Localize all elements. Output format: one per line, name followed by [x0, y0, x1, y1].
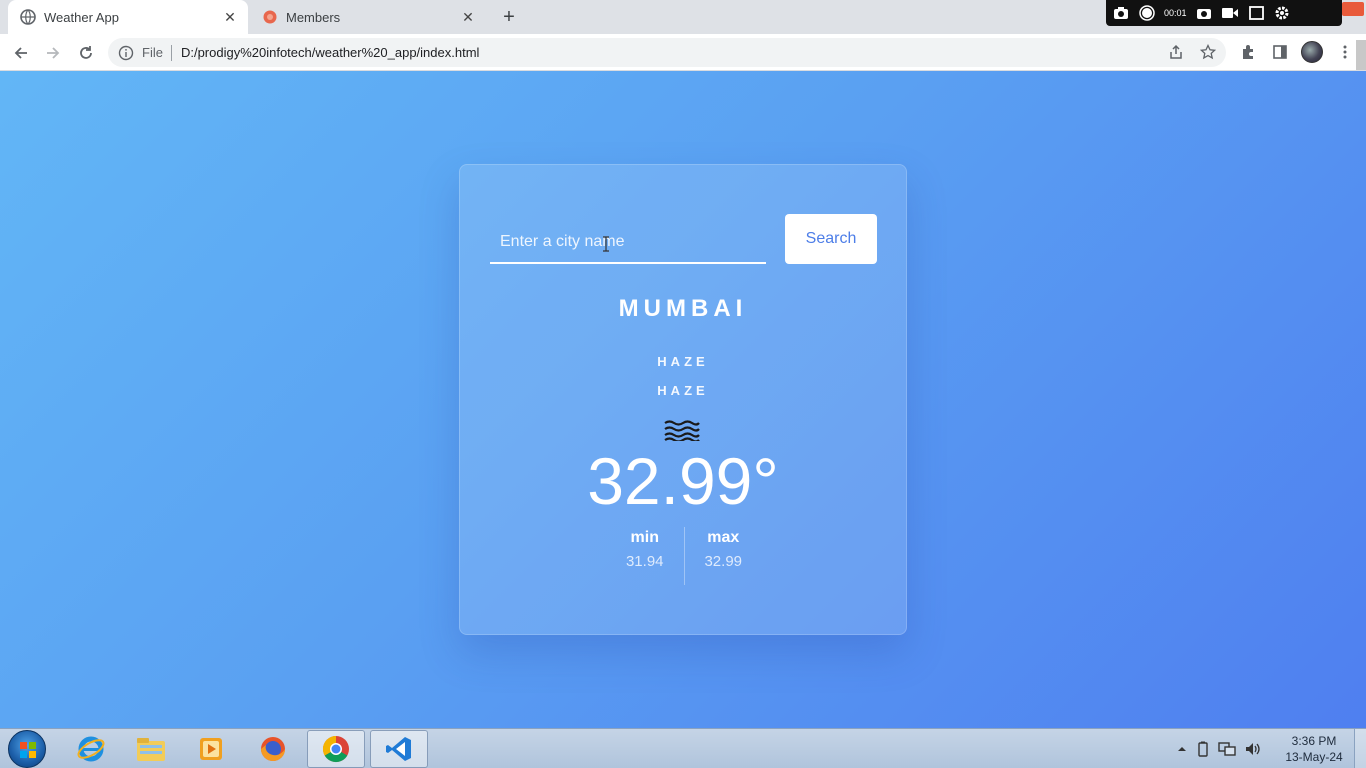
members-favicon-icon — [262, 9, 278, 25]
arrow-left-icon — [14, 47, 27, 59]
video-icon[interactable] — [1221, 4, 1239, 22]
bookmark-button[interactable] — [1196, 40, 1220, 64]
record-indicator — [1342, 2, 1364, 16]
puzzle-icon — [1243, 45, 1253, 59]
browser-tab-strip: Weather App ✕ Members ✕ + 00:01 — [0, 0, 1366, 34]
camera-icon[interactable] — [1195, 4, 1213, 22]
back-button[interactable] — [8, 40, 34, 66]
text-cursor-icon — [603, 236, 609, 252]
internet-explorer-button[interactable] — [62, 730, 120, 768]
url-scheme: File — [142, 45, 163, 60]
haze-icon — [664, 420, 700, 441]
globe-icon — [20, 9, 36, 25]
show-desktop-button[interactable] — [1354, 729, 1366, 768]
forward-button[interactable] — [40, 40, 66, 66]
min-temperature: min 31.94 — [610, 527, 680, 585]
menu-button[interactable] — [1333, 40, 1357, 64]
chrome-icon — [322, 735, 349, 763]
camera-icon[interactable] — [1112, 4, 1130, 22]
min-value: 31.94 — [625, 553, 664, 570]
max-label: max — [707, 529, 740, 546]
system-tray — [1176, 739, 1262, 759]
divider — [170, 44, 172, 61]
close-icon[interactable]: ✕ — [220, 7, 240, 27]
tab-title: Weather App — [44, 9, 119, 25]
new-tab-button[interactable]: + — [496, 5, 522, 29]
weather-description: HAZE — [657, 383, 709, 398]
star-icon — [1200, 44, 1216, 60]
volume-icon[interactable] — [1244, 741, 1262, 757]
more-vertical-icon — [1343, 45, 1347, 59]
city-search-input[interactable] — [490, 221, 766, 264]
window-icon[interactable] — [1247, 4, 1265, 22]
chrome-button[interactable] — [307, 730, 365, 768]
weather-page: Search MUMBAI HAZE HAZE 32.99° min 31.94… — [0, 71, 1366, 728]
record-icon[interactable] — [1138, 4, 1156, 22]
tab-weather-app[interactable]: Weather App ✕ — [8, 0, 248, 34]
firefox-icon — [261, 737, 285, 761]
clock-date: 13-May-24 — [1285, 750, 1343, 764]
side-panel-icon — [1273, 45, 1287, 59]
vscode-button[interactable] — [370, 730, 428, 768]
vscode-icon — [386, 737, 411, 761]
clock-time: 3:36 PM — [1291, 734, 1337, 748]
close-icon[interactable]: ✕ — [458, 7, 478, 27]
min-label: min — [630, 529, 659, 546]
start-button[interactable] — [8, 730, 46, 768]
recording-timer: 00:01 — [1164, 8, 1187, 18]
address-bar[interactable]: File D:/prodigy%20infotech/weather%20_ap… — [108, 38, 1226, 67]
taskbar: 3:36 PM 13-May-24 — [0, 728, 1366, 768]
media-player-button[interactable] — [182, 730, 240, 768]
arrow-right-icon — [47, 47, 60, 59]
screen-recorder-bar: 00:01 — [1106, 0, 1342, 26]
firefox-button[interactable] — [244, 730, 302, 768]
reload-button[interactable] — [73, 40, 99, 66]
avatar[interactable] — [1301, 41, 1323, 63]
battery-icon[interactable] — [1196, 741, 1210, 757]
reload-icon — [80, 46, 92, 59]
info-icon[interactable] — [118, 45, 134, 61]
tab-title: Members — [286, 9, 341, 25]
side-panel-button[interactable] — [1268, 40, 1292, 64]
divider — [683, 527, 685, 585]
file-explorer-button[interactable] — [122, 730, 180, 768]
tab-members[interactable]: Members ✕ — [250, 0, 486, 34]
city-name: MUMBAI — [618, 295, 748, 322]
system-clock[interactable]: 3:36 PM 13-May-24 — [1276, 733, 1352, 765]
search-button[interactable]: Search — [785, 214, 877, 264]
share-button[interactable] — [1164, 40, 1188, 64]
gear-icon[interactable] — [1273, 4, 1291, 22]
network-icon[interactable] — [1218, 741, 1236, 757]
max-value: 32.99 — [704, 553, 743, 570]
url-text[interactable]: D:/prodigy%20infotech/weather%20_app/ind… — [181, 45, 479, 60]
weather-description: HAZE — [657, 354, 709, 369]
scrollbar[interactable] — [1356, 40, 1366, 70]
extensions-button[interactable] — [1236, 40, 1260, 64]
min-max-panel: min 31.94 max 32.99 — [610, 527, 758, 585]
weather-card: Search MUMBAI HAZE HAZE 32.99° min 31.94… — [459, 164, 907, 635]
windows-logo-icon — [20, 742, 36, 758]
file-explorer-icon — [137, 738, 165, 761]
chevron-up-icon[interactable] — [1176, 743, 1188, 755]
media-player-icon — [200, 738, 222, 760]
temperature-value: 32.99° — [587, 444, 779, 518]
internet-explorer-icon — [77, 736, 105, 762]
share-icon — [1170, 44, 1182, 59]
browser-toolbar: File D:/prodigy%20infotech/weather%20_ap… — [0, 34, 1366, 71]
max-temperature: max 32.99 — [689, 527, 759, 585]
